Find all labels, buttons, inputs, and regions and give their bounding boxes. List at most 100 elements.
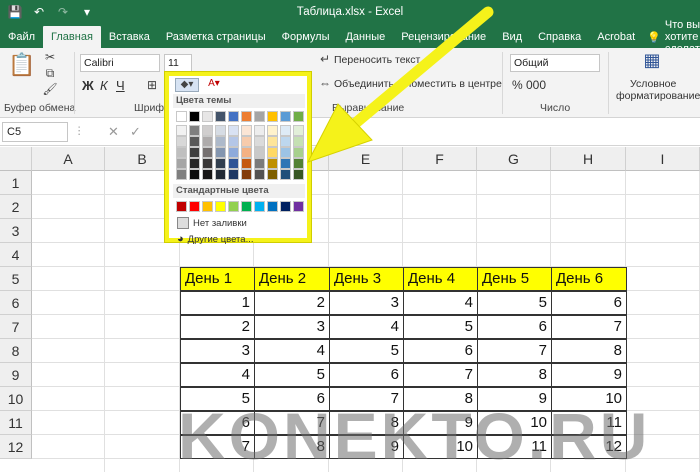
table-cell[interactable]: 5: [403, 315, 478, 339]
font-name-box[interactable]: Calibri: [80, 54, 160, 72]
row-header-6[interactable]: 6: [0, 291, 32, 315]
column-header-g[interactable]: G: [477, 147, 551, 171]
table-cell[interactable]: 7: [551, 315, 627, 339]
theme-color-swatch[interactable]: [228, 111, 239, 122]
tab-8[interactable]: Справка: [530, 26, 589, 48]
wrap-text-icon[interactable]: ↵: [318, 52, 332, 66]
standard-color-swatch[interactable]: [254, 201, 265, 212]
table-cell[interactable]: 7: [477, 339, 552, 363]
theme-shade-swatch[interactable]: [176, 169, 187, 180]
theme-shade-swatch[interactable]: [241, 136, 252, 147]
row-header-7[interactable]: 7: [0, 315, 32, 339]
tab-6[interactable]: Рецензирование: [393, 26, 494, 48]
underline-button[interactable]: Ч: [116, 78, 125, 93]
theme-shade-swatch[interactable]: [176, 158, 187, 169]
conditional-formatting-icon[interactable]: ▦: [640, 50, 664, 71]
theme-shade-swatch[interactable]: [228, 169, 239, 180]
theme-shade-swatch[interactable]: [189, 158, 200, 169]
theme-shade-swatch[interactable]: [267, 169, 278, 180]
row-header-9[interactable]: 9: [0, 363, 32, 387]
save-icon[interactable]: 💾: [6, 5, 24, 19]
row-header-10[interactable]: 10: [0, 387, 32, 411]
tab-0[interactable]: Файл: [0, 26, 43, 48]
theme-shade-swatch[interactable]: [176, 136, 187, 147]
table-cell[interactable]: 4: [180, 363, 255, 387]
table-cell[interactable]: 9: [551, 363, 627, 387]
theme-shade-swatch[interactable]: [215, 169, 226, 180]
theme-color-swatch[interactable]: [215, 111, 226, 122]
standard-color-swatch[interactable]: [228, 201, 239, 212]
table-cell[interactable]: 6: [477, 315, 552, 339]
table-header-cell[interactable]: День 3: [329, 267, 404, 291]
standard-color-swatch[interactable]: [202, 201, 213, 212]
theme-color-swatch[interactable]: [280, 111, 291, 122]
more-colors-item[interactable]: ◕ Другие цвета...: [173, 231, 305, 247]
theme-shade-swatch[interactable]: [280, 169, 291, 180]
theme-shade-swatch[interactable]: [254, 125, 265, 136]
format-painter-icon[interactable]: 🖌: [42, 82, 58, 96]
cut-icon[interactable]: ✂: [42, 50, 58, 64]
theme-shade-swatch[interactable]: [202, 169, 213, 180]
theme-shade-swatch[interactable]: [202, 125, 213, 136]
theme-shade-swatch[interactable]: [280, 158, 291, 169]
row-header-5[interactable]: 5: [0, 267, 32, 291]
column-header-e[interactable]: E: [329, 147, 403, 171]
paste-icon[interactable]: 📋: [8, 52, 36, 78]
table-cell[interactable]: 6: [551, 291, 627, 315]
column-header-i[interactable]: I: [626, 147, 700, 171]
theme-shade-swatch[interactable]: [189, 169, 200, 180]
table-cell[interactable]: 4: [254, 339, 330, 363]
theme-shade-swatch[interactable]: [254, 136, 265, 147]
theme-color-swatch[interactable]: [254, 111, 265, 122]
enter-icon[interactable]: ✓: [130, 124, 141, 140]
tab-7[interactable]: Вид: [494, 26, 530, 48]
tab-3[interactable]: Разметка страницы: [158, 26, 274, 48]
table-cell[interactable]: 5: [254, 363, 330, 387]
table-cell[interactable]: 3: [254, 315, 330, 339]
fill-color-button[interactable]: ◆▾: [175, 78, 199, 92]
theme-shade-swatch[interactable]: [228, 125, 239, 136]
theme-shade-swatch[interactable]: [267, 147, 278, 158]
conditional-formatting-label-2[interactable]: форматирование: [616, 90, 700, 102]
standard-color-swatch[interactable]: [215, 201, 226, 212]
theme-color-swatch[interactable]: [267, 111, 278, 122]
row-header-3[interactable]: 3: [0, 219, 32, 243]
theme-shade-swatch[interactable]: [241, 158, 252, 169]
standard-color-swatch[interactable]: [293, 201, 304, 212]
standard-color-swatch[interactable]: [176, 201, 187, 212]
copy-icon[interactable]: ⧉: [42, 66, 58, 81]
theme-shade-swatch[interactable]: [228, 147, 239, 158]
number-format-select[interactable]: Общий: [510, 54, 600, 72]
wrap-text-button[interactable]: Переносить текст: [334, 54, 420, 66]
tab-9[interactable]: Acrobat: [589, 26, 643, 48]
row-header-1[interactable]: 1: [0, 171, 32, 195]
table-header-cell[interactable]: День 6: [551, 267, 627, 291]
theme-shade-swatch[interactable]: [215, 125, 226, 136]
theme-shade-swatch[interactable]: [215, 147, 226, 158]
theme-color-swatch[interactable]: [189, 111, 200, 122]
currency-button[interactable]: % 000: [512, 78, 546, 92]
theme-color-swatch[interactable]: [202, 111, 213, 122]
theme-shade-swatch[interactable]: [267, 158, 278, 169]
bold-button[interactable]: Ж: [82, 78, 94, 93]
table-cell[interactable]: 3: [329, 291, 404, 315]
name-box[interactable]: C5: [2, 122, 68, 142]
theme-color-swatch[interactable]: [176, 111, 187, 122]
no-fill-item[interactable]: Нет заливки: [173, 215, 305, 231]
theme-shade-swatch[interactable]: [293, 169, 304, 180]
theme-shade-swatch[interactable]: [267, 125, 278, 136]
column-header-h[interactable]: H: [551, 147, 626, 171]
theme-shade-swatch[interactable]: [189, 136, 200, 147]
theme-shade-swatch[interactable]: [241, 147, 252, 158]
theme-shade-swatch[interactable]: [241, 169, 252, 180]
theme-shade-swatch[interactable]: [280, 136, 291, 147]
column-header-f[interactable]: F: [403, 147, 477, 171]
theme-shade-swatch[interactable]: [254, 158, 265, 169]
row-header-4[interactable]: 4: [0, 243, 32, 267]
table-cell[interactable]: 4: [403, 291, 478, 315]
row-header-11[interactable]: 11: [0, 411, 32, 435]
standard-color-swatch[interactable]: [189, 201, 200, 212]
table-cell[interactable]: 5: [477, 291, 552, 315]
row-header-8[interactable]: 8: [0, 339, 32, 363]
theme-shade-swatch[interactable]: [293, 147, 304, 158]
